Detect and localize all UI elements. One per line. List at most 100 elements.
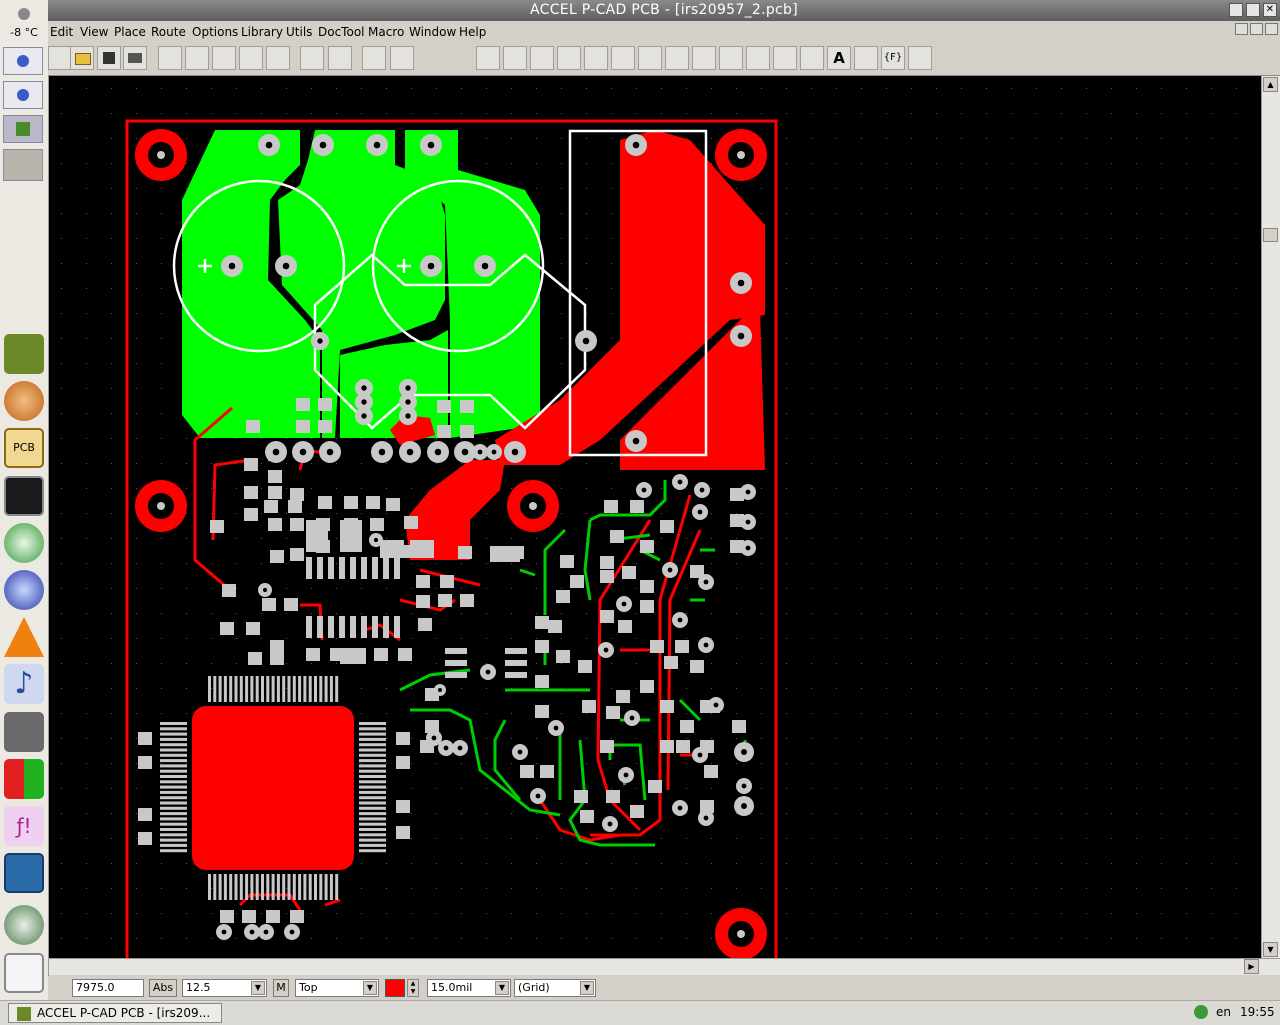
m-button[interactable]: M [273,979,289,997]
scroll-down-icon[interactable]: ▼ [1263,942,1278,957]
menu-route[interactable]: Route [151,25,186,39]
ic-pin [359,780,386,784]
desktop-4-button[interactable] [3,149,43,181]
netlist-icon[interactable] [390,46,414,70]
menu-library[interactable]: Library [241,25,283,39]
ic-pin [303,676,307,702]
mobile-icon[interactable] [4,953,44,993]
pad-drill [265,141,273,149]
dimension-icon[interactable] [908,46,932,70]
redo-icon[interactable] [266,46,290,70]
taskbar-item-pcad[interactable]: ACCEL P-CAD PCB - [irs209... [8,1003,222,1023]
browser-icon[interactable] [4,570,44,610]
line-width-select[interactable]: 15.0mil ▼ [427,979,511,997]
layer-spinner[interactable]: ▲ ▼ [407,979,419,997]
smd-pad [270,640,284,653]
menu-place[interactable]: Place [114,25,146,39]
ic-pin [359,843,386,847]
snap-select[interactable]: (Grid) ▼ [514,979,596,997]
component-icon[interactable] [773,46,797,70]
menu-utils[interactable]: Utils [286,25,312,39]
vertical-scrollbar[interactable]: ▲ ▼ [1261,76,1280,958]
chevron-down-icon[interactable]: ▼ [495,981,509,995]
text-icon[interactable]: A [827,46,851,70]
coordinate-field[interactable]: 7975.0 [72,979,144,997]
undo-icon[interactable] [239,46,263,70]
abs-button[interactable]: Abs [149,979,177,997]
pcad-icon[interactable] [4,334,44,374]
chevron-down-icon[interactable]: ▼ [580,981,594,995]
scroll-right-icon[interactable]: ▶ [1244,959,1259,974]
mdi-minimize-button[interactable] [1235,23,1248,35]
vlc-icon[interactable] [4,617,44,657]
copy-icon[interactable] [185,46,209,70]
menu-view[interactable]: View [80,25,108,39]
tools-icon[interactable] [4,712,44,752]
smd-pad [380,540,404,558]
open-folder-icon[interactable] [70,46,94,70]
scroll-up-icon[interactable]: ▲ [1263,77,1278,92]
grid-select[interactable]: 12.5 ▼ [182,979,267,997]
network-icon[interactable] [4,523,44,563]
mdi-restore-button[interactable] [1250,23,1263,35]
layer-select[interactable]: Top ▼ [295,979,379,997]
mdi-close-button[interactable] [1265,23,1278,35]
menu-window[interactable]: Window [409,25,456,39]
save-icon[interactable] [97,46,121,70]
place-via-icon[interactable] [557,46,581,70]
maximize-button[interactable] [1246,3,1260,17]
ic-pin [359,806,386,810]
menu-help[interactable]: Help [459,25,486,39]
cube-icon[interactable] [4,759,44,799]
paste-icon[interactable] [212,46,236,70]
plane-icon[interactable] [719,46,743,70]
desktop-2-button[interactable] [3,81,43,109]
ic-pin [324,676,328,702]
monitor-icon[interactable] [4,853,44,893]
smd-pad [690,660,704,673]
pad-drill [289,929,295,935]
cut-icon[interactable] [158,46,182,70]
print-icon[interactable] [123,46,147,70]
menu-edit[interactable]: Edit [50,25,73,39]
new-file-icon[interactable] [48,46,72,70]
copper-pour-icon[interactable] [692,46,716,70]
vertical-scroll-thumb[interactable] [1263,228,1278,242]
pcb-icon[interactable]: PCB [4,428,44,468]
field-icon[interactable]: {F} [881,46,905,70]
chevron-down-icon[interactable]: ▼ [363,981,377,995]
pad-drill [317,338,323,344]
keepout-icon[interactable] [746,46,770,70]
drc-icon[interactable] [362,46,386,70]
polygon-icon[interactable] [638,46,662,70]
media-icon[interactable] [4,905,44,945]
music-icon[interactable]: ♪ [4,664,44,704]
horizontal-scrollbar[interactable]: ▶ [49,958,1280,975]
shell-icon[interactable] [4,381,44,421]
select-icon[interactable] [476,46,500,70]
terminal-icon[interactable] [4,476,44,516]
arc-icon[interactable] [611,46,635,70]
close-button[interactable]: ✕ [1263,3,1277,17]
route-icon[interactable] [503,46,527,70]
menu-options[interactable]: Options [192,25,238,39]
zoom-icon[interactable] [328,46,352,70]
point-icon[interactable] [800,46,824,70]
desktop-1-button[interactable] [3,47,43,75]
network-status-icon[interactable] [1194,1005,1208,1019]
formula-icon[interactable]: ƒ! [4,806,44,846]
menu-macro[interactable]: Macro [368,25,404,39]
menu-doctool[interactable]: DocTool [318,25,365,39]
pad-drill [481,262,489,270]
keyboard-layout[interactable]: en [1216,1005,1231,1019]
layer-color-swatch[interactable] [385,979,405,997]
cutout-icon[interactable] [665,46,689,70]
line-icon[interactable] [584,46,608,70]
chevron-down-icon[interactable]: ▼ [251,981,265,995]
measure-icon[interactable] [300,46,324,70]
desktop-3-button[interactable] [3,115,43,143]
attribute-icon[interactable] [854,46,878,70]
place-pad-icon[interactable] [530,46,554,70]
pcb-canvas[interactable] [49,76,1261,958]
minimize-button[interactable] [1229,3,1243,17]
